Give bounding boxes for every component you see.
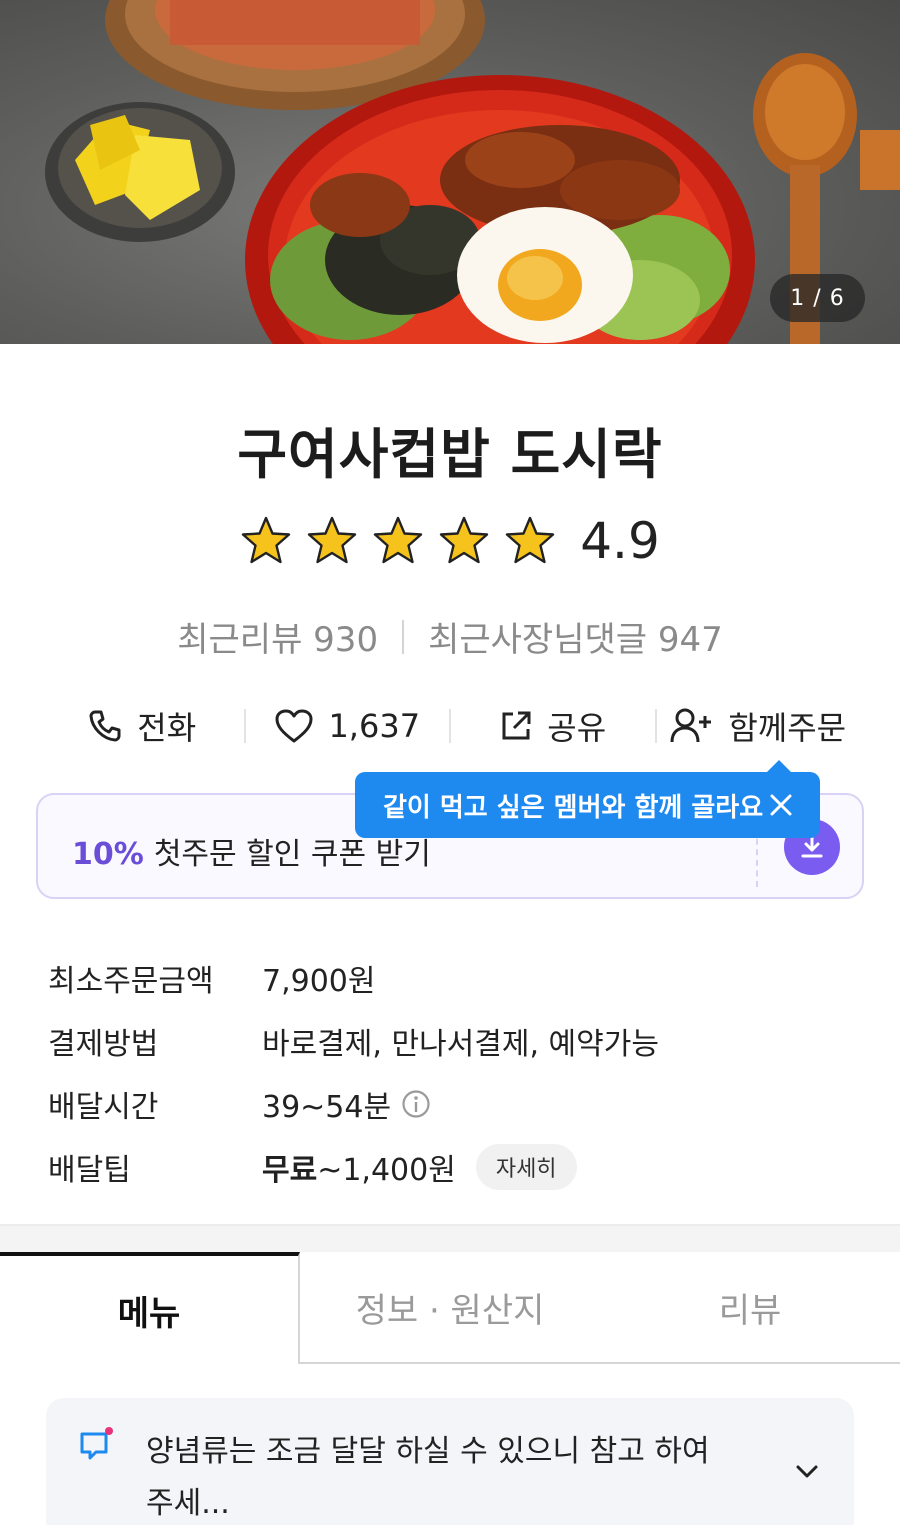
like-count: 1,637 — [328, 707, 421, 745]
notice-icon — [80, 1427, 113, 1460]
store-info: 최소주문금액 7,900원 결제방법 바로결제, 만나서결제, 예약가능 배달시… — [48, 946, 868, 1198]
food-photo-illustration — [45, 0, 900, 344]
star-icon — [440, 516, 489, 564]
section-divider — [0, 1224, 900, 1252]
info-icon[interactable] — [401, 1089, 431, 1119]
tab-reviews[interactable]: 리뷰 — [600, 1252, 900, 1364]
heart-icon — [275, 709, 313, 743]
tooltip-text: 같이 먹고 싶은 멤버와 함께 골라요 — [383, 792, 764, 823]
delivery-time-value: 39~54분 — [262, 1089, 392, 1125]
delivery-tip-value: ~1,400원 — [317, 1152, 456, 1188]
phone-icon — [89, 710, 121, 742]
chevron-down-icon[interactable] — [792, 1456, 822, 1486]
info-label: 최소주문금액 — [48, 963, 214, 999]
image-pager: 1 / 6 — [770, 274, 865, 322]
group-order-label: 함께주문 — [728, 709, 847, 747]
rating-stars — [240, 515, 556, 567]
info-value: 무료~1,400원 자세히 — [262, 1143, 577, 1190]
info-label: 배달팁 — [48, 1152, 131, 1188]
info-value: 바로결제, 만나서결제, 예약가능 — [262, 1026, 659, 1062]
store-tabs: 메뉴 정보 · 원산지 리뷰 — [0, 1252, 900, 1364]
info-label: 결제방법 — [48, 1026, 159, 1062]
call-label: 전화 — [137, 709, 197, 747]
coupon-label: 첫주문 할인 쿠폰 받기 — [153, 837, 431, 872]
delivery-tip-detail-button[interactable]: 자세히 — [475, 1143, 577, 1190]
star-icon — [506, 516, 555, 564]
rating-value: 4.9 — [580, 512, 660, 570]
info-row-payment: 결제방법 바로결제, 만나서결제, 예약가능 — [48, 1009, 868, 1072]
info-row-delivery-tip: 배달팁 무료~1,400원 자세히 — [48, 1135, 868, 1198]
call-button[interactable]: 전화 — [40, 703, 244, 749]
delivery-tip-free: 무료 — [262, 1152, 318, 1188]
share-icon — [502, 711, 531, 740]
share-button[interactable]: 공유 — [451, 703, 655, 749]
store-hero-image[interactable]: 1 / 6 — [0, 0, 900, 344]
star-icon — [308, 516, 357, 564]
owner-comments-link[interactable]: 최근사장님댓글 947 — [428, 612, 723, 661]
info-row-delivery-time: 배달시간 39~54분 — [48, 1072, 868, 1135]
star-icon — [374, 516, 423, 564]
group-order-tooltip: 같이 먹고 싶은 멤버와 함께 골라요 — [355, 760, 820, 838]
like-button[interactable]: 1,637 — [246, 707, 450, 745]
info-value: 39~54분 — [262, 1082, 431, 1126]
recent-reviews-link[interactable]: 최근리뷰 930 — [177, 612, 378, 661]
close-icon[interactable] — [766, 790, 796, 820]
share-label: 공유 — [547, 709, 607, 747]
store-notice[interactable]: 양념류는 조금 달달 하실 수 있으니 참고 하여 주세... — [46, 1398, 854, 1525]
tab-info-origin[interactable]: 정보 · 원산지 — [300, 1252, 600, 1364]
store-actions: 전화 1,637 공유 함께주문 — [40, 696, 860, 756]
store-name: 구여사컵밥 도시락 — [237, 423, 663, 486]
add-user-icon — [670, 708, 712, 743]
star-icon — [242, 516, 291, 564]
info-label: 배달시간 — [48, 1089, 159, 1125]
notice-text: 양념류는 조금 달달 하실 수 있으니 참고 하여 주세... — [146, 1434, 710, 1521]
store-rating: 4.9 — [0, 512, 900, 570]
group-order-button[interactable]: 함께주문 — [657, 703, 861, 749]
coupon-percent: 10% — [72, 837, 144, 872]
info-value: 7,900원 — [262, 963, 376, 999]
review-summary: 최근리뷰 930 최근사장님댓글 947 — [0, 612, 900, 661]
divider — [402, 619, 405, 654]
info-row-min-order: 최소주문금액 7,900원 — [48, 946, 868, 1009]
tab-menu[interactable]: 메뉴 — [0, 1252, 300, 1364]
